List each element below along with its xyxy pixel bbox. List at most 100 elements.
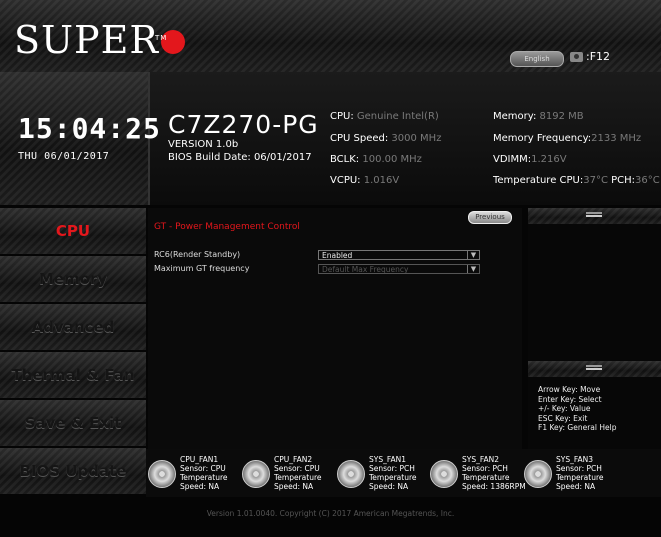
memory-value: 8192 MB: [539, 111, 584, 122]
cpu-speed-info: CPU Speed: 3000 MHz: [330, 133, 441, 144]
temp-pch-label: PCH:: [611, 175, 636, 186]
cpu-info: CPU: Genuine Intel(R): [330, 111, 439, 122]
chevron-down-icon: ▼: [467, 265, 479, 273]
menu-lines-icon: [586, 368, 602, 370]
fan-icon: [524, 460, 552, 488]
fan-name: CPU_FAN1: [180, 455, 219, 464]
fan-status-cpu-fan2: CPU_FAN2 Sensor: CPU Temperature Speed: …: [242, 455, 338, 495]
main-menu: CPU Memory Advanced Thermal & Fan Save &…: [0, 208, 146, 496]
vcpu-value: 1.016V: [363, 175, 400, 186]
fan-name: SYS_FAN3: [556, 455, 593, 464]
fan-speed: Speed: NA: [180, 482, 220, 491]
help-line: ESC Key: Exit: [538, 413, 588, 423]
fan-sensor: Sensor: PCH: [369, 464, 415, 473]
camera-icon[interactable]: [570, 52, 583, 62]
vdimm-value: 1.216V: [531, 154, 567, 165]
logo-text: SUPER: [14, 18, 159, 62]
max-gt-frequency-select[interactable]: Default Max Frequency ▼: [318, 264, 480, 274]
fan-icon: [337, 460, 365, 488]
temp-cpu-label: Temperature CPU:: [493, 175, 584, 186]
fan-status-sys-fan2: SYS_FAN2 Sensor: PCH Temperature Speed: …: [430, 455, 526, 495]
fan-name: CPU_FAN2: [274, 455, 313, 464]
menu-item-save-exit[interactable]: Save & Exit: [0, 400, 146, 446]
bios-screen: SUPER TM English :F12 15:04:25 THU 06/01…: [0, 0, 661, 537]
fan-icon: [148, 460, 176, 488]
board-name: C7Z270-PG: [168, 110, 319, 139]
fan-info: CPU_FAN1 Sensor: CPU Temperature Speed: …: [180, 455, 228, 491]
fan-temp: Temperature: [556, 473, 604, 482]
fan-info: SYS_FAN2 Sensor: PCH Temperature Speed: …: [462, 455, 526, 491]
fan-name: SYS_FAN1: [369, 455, 406, 464]
menu-item-advanced[interactable]: Advanced: [0, 304, 146, 350]
memory-label: Memory:: [493, 111, 537, 122]
fan-info: SYS_FAN1 Sensor: PCH Temperature Speed: …: [369, 455, 417, 491]
fan-status-cpu-fan1: CPU_FAN1 Sensor: CPU Temperature Speed: …: [148, 455, 244, 495]
memory-info: Memory: 8192 MB: [493, 111, 584, 122]
fan-temp: Temperature: [274, 473, 322, 482]
bclk-label: BCLK:: [330, 154, 360, 165]
max-gt-frequency-label: Maximum GT frequency: [154, 264, 250, 273]
bclk-info: BCLK: 100.00 MHz: [330, 154, 422, 165]
vcpu-info: VCPU: 1.016V: [330, 175, 399, 186]
bios-build-date: BIOS Build Date: 06/01/2017: [168, 152, 312, 163]
fan-temp: Temperature: [180, 473, 228, 482]
help-panel-mid-bar: [528, 361, 661, 377]
rc6-value: Enabled: [322, 251, 353, 260]
cpu-label: CPU:: [330, 111, 354, 122]
menu-item-bios-update[interactable]: BIOS Update: [0, 448, 146, 494]
fan-sensor: Sensor: PCH: [556, 464, 602, 473]
rc6-select[interactable]: Enabled ▼: [318, 250, 480, 260]
memory-frequency-info: Memory Frequency:2133 MHz: [493, 133, 641, 144]
fan-sensor: Sensor: CPU: [180, 464, 226, 473]
menu-item-thermal-fan[interactable]: Thermal & Fan: [0, 352, 146, 398]
clock-panel: 15:04:25 THU 06/01/2017: [0, 72, 160, 205]
fan-status-sys-fan3: SYS_FAN3 Sensor: PCH Temperature Speed: …: [524, 455, 620, 495]
fan-info: CPU_FAN2 Sensor: CPU Temperature Speed: …: [274, 455, 322, 491]
chevron-down-icon: ▼: [467, 251, 479, 259]
screenshot-key-label: :F12: [586, 50, 611, 63]
vdimm-info: VDIMM:1.216V: [493, 154, 567, 165]
fan-temp: Temperature: [462, 473, 510, 482]
help-line: F1 Key: General Help: [538, 423, 617, 432]
top-bar: SUPER TM English :F12: [0, 0, 661, 72]
fan-name: SYS_FAN2: [462, 455, 499, 464]
temp-cpu-value: 37°C: [583, 175, 608, 186]
clock-time: 15:04:25: [18, 112, 161, 145]
fan-icon: [242, 460, 270, 488]
temperature-info: Temperature CPU:37°C PCH:36°C: [493, 175, 660, 186]
bios-version: VERSION 1.0b: [168, 139, 239, 150]
memory-frequency-value: 2133 MHz: [591, 133, 642, 144]
menu-item-cpu[interactable]: CPU: [0, 208, 146, 254]
fan-status-strip: CPU_FAN1 Sensor: CPU Temperature Speed: …: [146, 449, 661, 497]
fan-status-sys-fan1: SYS_FAN1 Sensor: PCH Temperature Speed: …: [337, 455, 433, 495]
bclk-value: 100.00 MHz: [362, 154, 422, 165]
temp-pch-value: 36°C: [635, 175, 660, 186]
fan-temp: Temperature: [369, 473, 417, 482]
supermicro-logo: SUPER TM: [14, 20, 185, 60]
cpu-value: Genuine Intel(R): [356, 111, 439, 122]
fan-sensor: Sensor: PCH: [462, 464, 508, 473]
menu-item-memory[interactable]: Memory: [0, 256, 146, 302]
help-line: +/- Key: Value: [538, 404, 591, 413]
help-panel: Arrow Key: Move Enter Key: Select +/- Ke…: [528, 208, 661, 449]
rc6-label: RC6(Render Standby): [154, 250, 241, 259]
previous-button[interactable]: Previous: [468, 211, 512, 224]
fan-speed: Speed: NA: [369, 482, 409, 491]
memory-frequency-label: Memory Frequency:: [493, 133, 592, 144]
cpu-speed-label: CPU Speed:: [330, 133, 389, 144]
logo-trademark: TM: [155, 34, 168, 42]
key-help: Arrow Key: Move Enter Key: Select +/- Ke…: [538, 385, 616, 433]
settings-panel: Previous GT - Power Management Control R…: [148, 208, 522, 449]
help-line: Enter Key: Select: [538, 394, 602, 404]
menu-lines-icon: [586, 215, 602, 217]
max-gt-frequency-value: Default Max Frequency: [322, 265, 409, 274]
vcpu-label: VCPU:: [330, 175, 361, 186]
vdimm-label: VDIMM:: [493, 154, 532, 165]
fan-sensor: Sensor: CPU: [274, 464, 320, 473]
system-info-band: 15:04:25 THU 06/01/2017 C7Z270-PG VERSIO…: [0, 72, 661, 205]
help-line: Arrow Key: Move: [538, 385, 601, 394]
language-button[interactable]: English: [510, 51, 564, 67]
fan-icon: [430, 460, 458, 488]
section-title: GT - Power Management Control: [154, 222, 300, 232]
cpu-speed-value: 3000 MHz: [391, 133, 442, 144]
